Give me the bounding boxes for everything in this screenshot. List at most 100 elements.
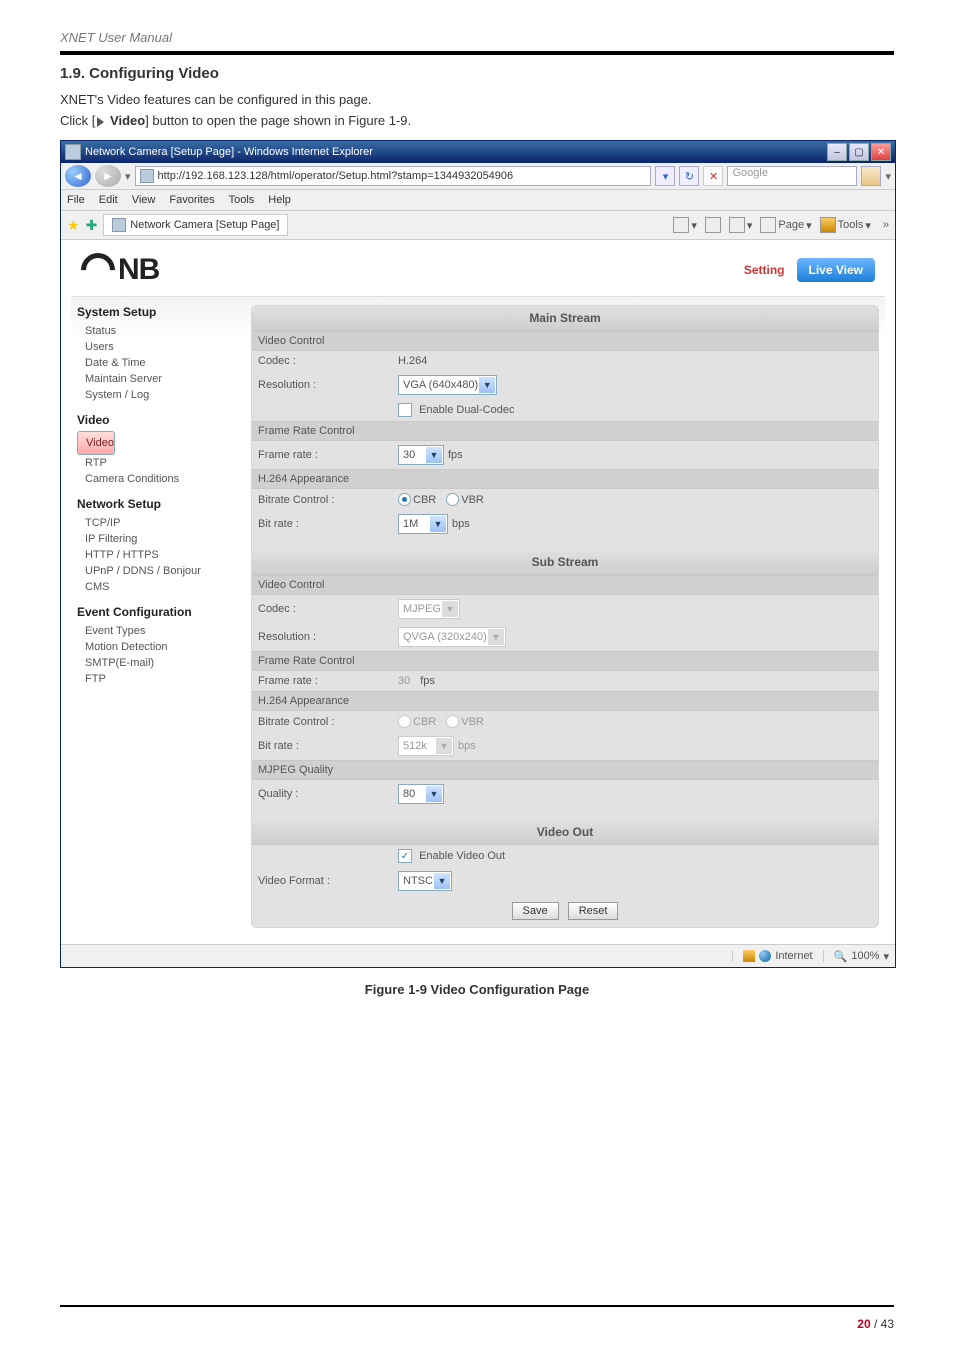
sidebar-item-syslog[interactable]: System / Log [77, 387, 245, 403]
radio-vbr-sub [446, 715, 459, 728]
sidebar-item-motion[interactable]: Motion Detection [77, 639, 245, 655]
sidebar-item-users[interactable]: Users [77, 339, 245, 355]
close-button[interactable]: ✕ [871, 143, 891, 161]
url-input[interactable]: http://192.168.123.128/html/operator/Set… [135, 166, 652, 186]
select-bitrate-sub: 512k▼ [398, 736, 454, 756]
refresh-button[interactable]: ↻ [679, 166, 699, 186]
label-enable-video-out: Enable Video Out [419, 850, 505, 862]
sidebar-item-http[interactable]: HTTP / HTTPS [77, 547, 245, 563]
status-zoom-value: 100% [851, 950, 879, 962]
sidebar-item-camera-conditions[interactable]: Camera Conditions [77, 471, 245, 487]
dropdown-button[interactable]: ▾ [655, 166, 675, 186]
radio-cbr-main[interactable] [398, 493, 411, 506]
ie-addressbar: ◄ ► ▾ http://192.168.123.128/html/operat… [61, 163, 895, 190]
shield-icon [743, 950, 755, 962]
radio-vbr-main[interactable] [446, 493, 459, 506]
minimize-button[interactable]: – [827, 143, 847, 161]
mjpeg-quality-hdr: MJPEG Quality [252, 760, 878, 780]
sub-stream-header: Sub Stream [252, 550, 878, 575]
checkbox-video-out[interactable]: ✓ [398, 849, 412, 863]
reset-button[interactable]: Reset [568, 902, 619, 920]
label-bitrate-control-sub: Bitrate Control : [258, 716, 398, 728]
chevron-down-icon: ▼ [430, 516, 446, 532]
label-dual-codec: Enable Dual-Codec [419, 404, 514, 416]
chevron-down-icon: ▼ [426, 447, 442, 463]
status-zoom[interactable]: 🔍 100% ▾ [834, 950, 889, 963]
main-h264-hdr: H.264 Appearance [252, 469, 878, 489]
page-number: 20 / 43 [857, 1317, 894, 1331]
select-resolution-main[interactable]: VGA (640x480)▼ [398, 375, 497, 395]
label-bps-sub: bps [458, 740, 476, 752]
sidebar-item-status[interactable]: Status [77, 323, 245, 339]
search-button[interactable] [861, 166, 881, 186]
nav-forward-button[interactable]: ► [95, 165, 121, 187]
search-input[interactable]: Google [727, 166, 857, 186]
menu-edit[interactable]: Edit [99, 194, 118, 206]
label-fps-main: fps [448, 449, 463, 461]
button-row: Save Reset [252, 895, 878, 927]
status-zone[interactable]: Internet [732, 950, 823, 962]
ie-titlebar: Network Camera [Setup Page] - Windows In… [61, 141, 895, 163]
sidebar-item-smtp[interactable]: SMTP(E-mail) [77, 655, 245, 671]
favorites-star-icon[interactable]: ★ [67, 217, 80, 234]
select-fps-main[interactable]: 30▼ [398, 445, 444, 465]
link-setting[interactable]: Setting [744, 263, 785, 277]
label-resolution-main: Resolution : [258, 379, 398, 391]
sidebar: System Setup Status Users Date & Time Ma… [77, 305, 245, 928]
tools-menu[interactable]: Tools ▾ [820, 217, 871, 233]
sidebar-item-tcpip[interactable]: TCP/IP [77, 515, 245, 531]
home-menu[interactable]: ▾ [673, 217, 697, 233]
panel-video-out: Video Out ✓ Enable Video Out Video Forma… [252, 820, 878, 895]
tab-label: Network Camera [Setup Page] [130, 219, 279, 231]
save-button[interactable]: Save [512, 902, 559, 920]
sidebar-item-upnp[interactable]: UPnP / DDNS / Bonjour [77, 563, 245, 579]
label-codec-sub: Codec : [258, 603, 398, 615]
page-icon [140, 169, 154, 183]
checkbox-dual-codec[interactable] [398, 403, 412, 417]
sidebar-item-event-types[interactable]: Event Types [77, 623, 245, 639]
chevron-down-icon: ▼ [434, 873, 450, 889]
page-sep: / [871, 1317, 881, 1331]
cnb-logo: NB [81, 253, 159, 287]
label-cbr-main: CBR [413, 494, 436, 506]
cnb-body: System Setup Status Users Date & Time Ma… [71, 296, 885, 938]
sidebar-item-datetime[interactable]: Date & Time [77, 355, 245, 371]
cnb-header: NB Setting Live View [71, 248, 885, 292]
overflow-icon[interactable]: » [883, 219, 889, 231]
nav-back-button[interactable]: ◄ [65, 165, 91, 187]
sidebar-hdr-video: Video [77, 413, 245, 427]
feeds-menu[interactable] [705, 217, 721, 233]
main-frc-hdr: Frame Rate Control [252, 421, 878, 441]
label-bitrate-control-main: Bitrate Control : [258, 494, 398, 506]
menu-help[interactable]: Help [268, 194, 291, 206]
sidebar-item-cms[interactable]: CMS [77, 579, 245, 595]
status-zone-label: Internet [775, 950, 812, 962]
menu-file[interactable]: File [67, 194, 85, 206]
label-frame-rate-sub: Frame rate : [258, 675, 398, 687]
label-bitrate-main: Bit rate : [258, 518, 398, 530]
sidebar-item-rtp[interactable]: RTP [77, 455, 245, 471]
select-bitrate-main[interactable]: 1M▼ [398, 514, 448, 534]
sidebar-item-ftp[interactable]: FTP [77, 671, 245, 687]
menu-favorites[interactable]: Favorites [169, 194, 214, 206]
maximize-button[interactable]: ▢ [849, 143, 869, 161]
print-menu[interactable]: ▾ [729, 217, 753, 233]
chevron-down-icon: ▼ [488, 629, 504, 645]
intro-text: XNET's Video features can be configured … [60, 92, 894, 107]
label-quality: Quality : [258, 788, 398, 800]
sidebar-item-maintain[interactable]: Maintain Server [77, 371, 245, 387]
click-instruction: Click [ Video] button to open the page s… [60, 113, 894, 128]
sidebar-item-ipfilter[interactable]: IP Filtering [77, 531, 245, 547]
live-view-button[interactable]: Live View [797, 258, 875, 282]
add-fav-icon[interactable]: ✚ [86, 217, 98, 234]
select-video-format[interactable]: NTSC▼ [398, 871, 452, 891]
radio-cbr-sub [398, 715, 411, 728]
divider [60, 51, 894, 55]
page-menu[interactable]: Page ▾ [760, 217, 811, 233]
menu-view[interactable]: View [132, 194, 156, 206]
browser-tab[interactable]: Network Camera [Setup Page] [103, 214, 288, 236]
select-quality[interactable]: 80▼ [398, 784, 444, 804]
stop-button[interactable]: ✕ [703, 166, 723, 186]
menu-tools[interactable]: Tools [229, 194, 255, 206]
sidebar-item-video[interactable]: Video [77, 431, 115, 455]
